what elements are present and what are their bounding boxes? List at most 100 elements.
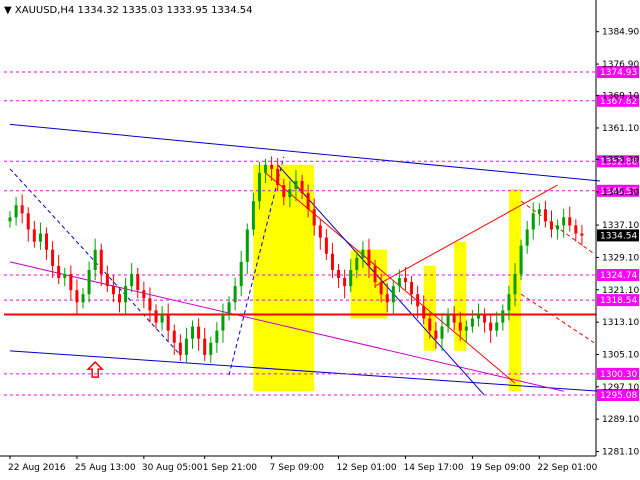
x-tick-label: 14 Sep 17:00 (403, 463, 463, 473)
candle-body (495, 322, 499, 331)
candle-body (580, 233, 584, 236)
candle-body (63, 273, 67, 279)
candle-body (239, 261, 243, 287)
candle-body (93, 249, 97, 270)
candle-body (410, 282, 414, 295)
candle-body (349, 269, 353, 287)
y-tick-label: 1281.10 (602, 448, 639, 458)
candle-body (51, 249, 55, 266)
y-tick-label: 1313.10 (602, 318, 639, 328)
candle-body (184, 338, 188, 355)
candle-body (221, 314, 225, 331)
y-tick-label: 1329.10 (602, 253, 639, 263)
price-axis: 1384.90 1376.90 1369.10 1361.10 1353.30 1345.… (595, 0, 639, 458)
candle-body (124, 286, 128, 303)
y-tick-label: 1305.10 (602, 350, 639, 360)
level-badge-value: 1300.30 (600, 370, 637, 380)
projection-line (520, 293, 595, 344)
candle-body (99, 249, 103, 274)
ohlc-values: 1334.32 1335.03 1333.95 1334.54 (78, 5, 253, 16)
candle-body (537, 209, 541, 214)
candle-body (556, 225, 560, 230)
y-tick-label: 1353.30 (602, 156, 639, 166)
candle-body (525, 229, 529, 246)
candle-body (361, 249, 365, 258)
y-tick-label: 1321.10 (602, 286, 639, 296)
level-badge-value: 1324.74 (600, 271, 637, 281)
dropdown-icon: ▼ (4, 5, 15, 16)
candle-body (428, 318, 432, 331)
x-tick-label: 22 Aug 2016 (8, 463, 66, 473)
x-tick-label: 22 Sep 01:00 (537, 463, 597, 473)
candle-body (306, 193, 310, 210)
candle-body (446, 314, 450, 327)
candle-body (543, 209, 547, 222)
candle-body (355, 257, 359, 270)
candle-body (166, 314, 170, 331)
candle-body (385, 294, 389, 303)
candle-body (87, 269, 91, 295)
candle-body (501, 310, 505, 323)
candle-body (397, 278, 401, 287)
x-tick-label: 12 Sep 01:00 (337, 463, 397, 473)
x-tick-label: 19 Sep 09:00 (470, 463, 530, 473)
candle-body (337, 269, 341, 279)
candle-body (276, 168, 280, 186)
candle-body (403, 278, 407, 283)
candle-body (416, 294, 420, 307)
candle-body (343, 278, 347, 287)
candle-body (148, 298, 152, 311)
highlight-zones (253, 164, 522, 392)
candle-body (257, 172, 261, 202)
candle-body (178, 342, 182, 355)
y-tick-label: 1345.30 (602, 188, 639, 198)
price-chart: 1374.931367.821352.861345.571324.741318.… (0, 0, 639, 473)
candle-body (519, 245, 523, 274)
current-price-value: 1334.54 (600, 231, 637, 241)
candle-body (476, 314, 480, 319)
candle-body (32, 229, 36, 242)
candle-body (288, 189, 292, 198)
candle-body (458, 322, 462, 331)
candle-body (300, 180, 304, 194)
candle-body (136, 273, 140, 291)
chart-header: ▼ XAUUSD,H4 1334.32 1335.03 1333.95 1334… (4, 5, 252, 16)
x-tick-label: 7 Sep 09:00 (270, 463, 325, 473)
candle-body (227, 302, 231, 315)
candle-body (440, 326, 444, 339)
candle-body (130, 273, 134, 287)
candle-body (294, 180, 298, 190)
candle-body (562, 217, 566, 226)
candle-body (111, 286, 115, 295)
candle-body (38, 233, 42, 242)
candle-body (574, 225, 578, 234)
candle-body (391, 286, 395, 303)
candle-body (75, 290, 79, 303)
candle-body (20, 205, 24, 214)
candle-body (549, 221, 553, 230)
x-tick-label: 25 Aug 13:00 (75, 463, 136, 473)
candle-body (118, 294, 122, 303)
candle-body (172, 330, 176, 343)
candle-body (251, 201, 255, 230)
candle-body (45, 233, 49, 250)
candle-body (209, 342, 213, 355)
candle-body (507, 294, 511, 311)
y-tick-label: 1361.10 (602, 124, 639, 134)
candle-body (434, 330, 438, 339)
candle-body (483, 314, 487, 323)
candle-body (422, 306, 426, 319)
x-tick-label: 1 Sep 21:00 (203, 463, 258, 473)
candle-body (373, 265, 377, 283)
y-tick-label: 1297.10 (602, 383, 639, 393)
y-tick-label: 1289.10 (602, 415, 639, 425)
up-arrow-icon (86, 361, 104, 378)
candle-body (324, 237, 328, 254)
candle-body (245, 229, 249, 262)
candle-body (14, 205, 18, 218)
candle-body (233, 286, 237, 303)
candle-body (8, 217, 12, 222)
candle-body (318, 225, 322, 238)
candle-body (531, 213, 535, 230)
y-tick-label: 1376.90 (602, 60, 639, 70)
